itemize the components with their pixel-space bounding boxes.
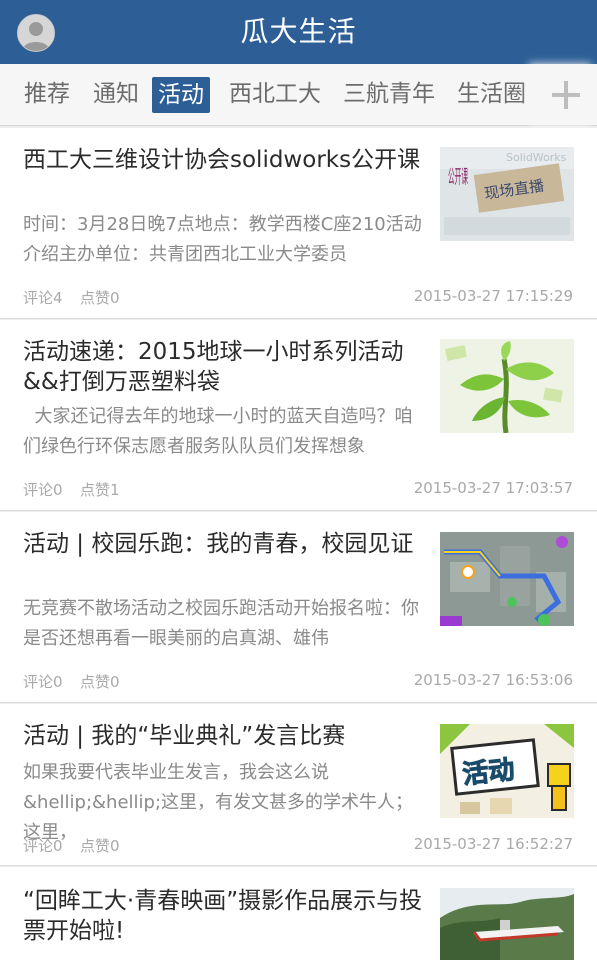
comment-count: 评论0 <box>23 673 63 691</box>
svg-text:公开课: 公开课 <box>448 166 468 188</box>
article-thumbnail <box>440 888 574 960</box>
tab-life-circle[interactable]: 生活圈 <box>457 64 526 125</box>
plus-icon <box>552 81 580 109</box>
article-title: 活动 | 我的“毕业典礼”发言比赛 <box>23 723 346 749</box>
article-card[interactable]: 活动 | 校园乐跑：我的青春，校园见证 无竞赛不散场活动之校园乐跑活动开始报名啦… <box>0 512 597 703</box>
comment-count: 评论4 <box>23 289 63 307</box>
article-thumbnail: 活动 <box>440 724 574 818</box>
publish-time: 2015-03-27 17:03:57 <box>413 479 573 497</box>
article-title: 活动速递：2015地球一小时系列活动&&打倒万恶塑料袋 <box>23 339 404 395</box>
article-title: 西工大三维设计协会solidworks公开课 <box>23 147 421 173</box>
like-count: 点赞0 <box>80 289 120 307</box>
tab-activity[interactable]: 活动 <box>152 77 210 113</box>
article-thumbnail: SolidWorks 公开课 现场直播 <box>440 147 574 241</box>
article-thumbnail <box>440 339 574 433</box>
article-summary: 时间：3月28日晚7点地点：教学西楼C座210活动介绍主办单位：共青团西北工业大… <box>23 214 422 265</box>
like-count: 点赞0 <box>80 837 120 855</box>
article-summary: 无竞赛不散场活动之校园乐跑活动开始报名啦：你是否还想再看一眼美丽的启真湖、雄伟 <box>23 598 419 649</box>
app-title: 瓜大生活 <box>240 15 357 48</box>
app-header: 瓜大生活 <box>0 0 597 64</box>
article-thumbnail <box>440 532 574 626</box>
article-summary: 大家还记得去年的地球一小时的蓝天自造吗？咱们绿色行环保志愿者服务队队员们发挥想象 <box>23 406 413 457</box>
article-title: “回眸工大·青春映画”摄影作品展示与投票开始啦! <box>23 888 423 944</box>
svg-text:活动: 活动 <box>461 755 516 790</box>
tab-nwpu[interactable]: 西北工大 <box>229 64 321 125</box>
publish-time: 2015-03-27 16:53:06 <box>413 671 573 689</box>
article-card[interactable]: “回眸工大·青春映画”摄影作品展示与投票开始啦! <box>0 867 597 960</box>
like-count: 点赞1 <box>80 481 120 499</box>
tab-recommend[interactable]: 推荐 <box>24 64 70 125</box>
publish-time: 2015-03-27 17:15:29 <box>413 287 573 305</box>
tab-sanhang-youth[interactable]: 三航青年 <box>343 64 435 125</box>
article-card[interactable]: 活动 | 我的“毕业典礼”发言比赛 如果我要代表毕业生发言，我会这么说&hell… <box>0 704 597 866</box>
svg-text:SolidWorks: SolidWorks <box>506 151 567 164</box>
category-tabs: 推荐 通知 活动 西北工大 三航青年 生活圈 <box>0 64 597 126</box>
publish-time: 2015-03-27 16:52:27 <box>413 835 573 853</box>
like-count: 点赞0 <box>80 673 120 691</box>
tab-notice[interactable]: 通知 <box>93 64 139 125</box>
comment-count: 评论0 <box>23 837 63 855</box>
add-tab-button[interactable] <box>535 64 597 125</box>
comment-count: 评论0 <box>23 481 63 499</box>
article-card[interactable]: 活动速递：2015地球一小时系列活动&&打倒万恶塑料袋 大家还记得去年的地球一小… <box>0 320 597 511</box>
article-title: 活动 | 校园乐跑：我的青春，校园见证 <box>23 531 414 557</box>
article-card[interactable]: 西工大三维设计协会solidworks公开课 时间：3月28日晚7点地点：教学西… <box>0 128 597 319</box>
